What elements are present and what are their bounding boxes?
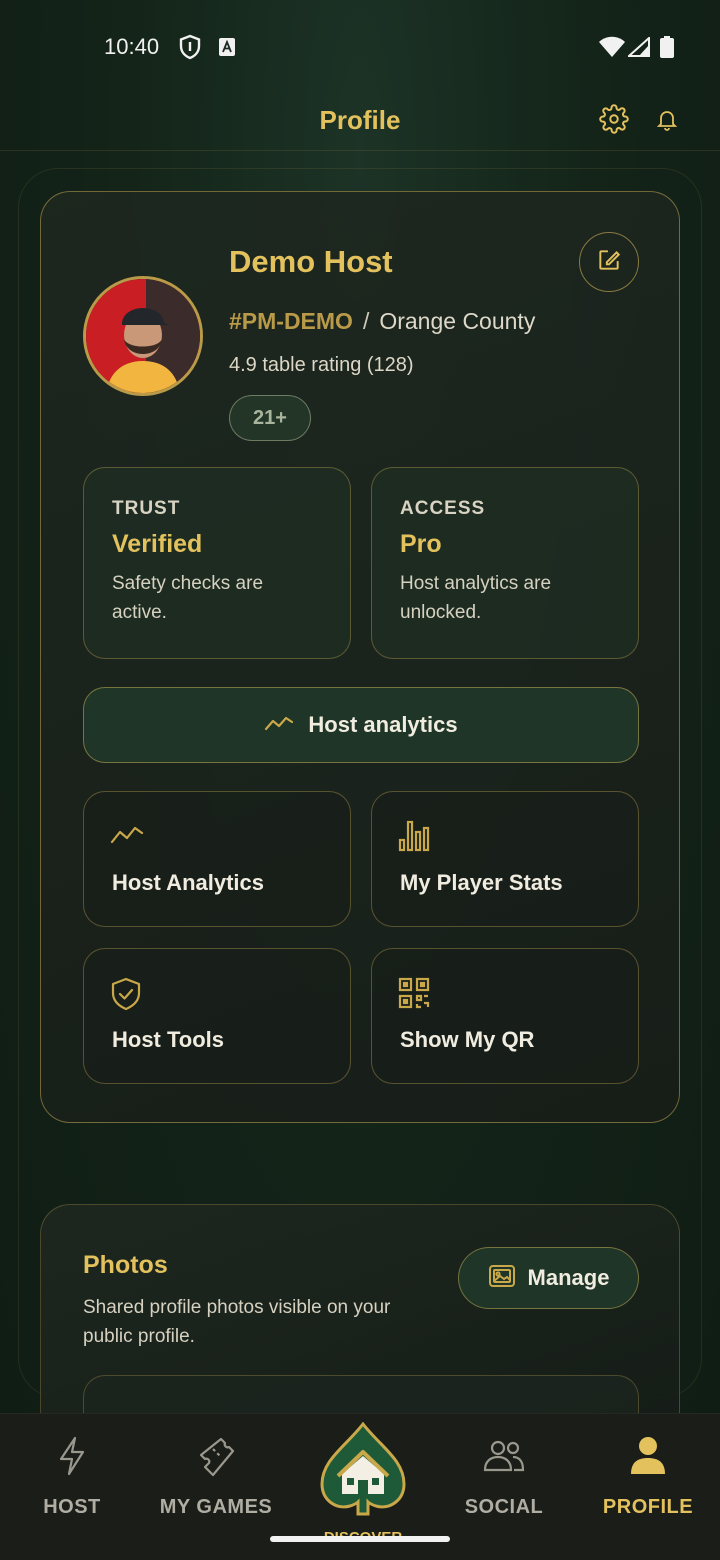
avatar[interactable] xyxy=(83,276,203,396)
tile-host-tools[interactable]: Host Tools xyxy=(83,948,351,1084)
bell-icon xyxy=(655,106,679,137)
trend-line-icon xyxy=(110,822,144,851)
host-name: Demo Host xyxy=(229,244,393,279)
home-indicator[interactable] xyxy=(270,1536,450,1542)
tile-label: My Player Stats xyxy=(400,870,563,895)
tile-label: Host Analytics xyxy=(112,870,265,895)
qr-code-icon xyxy=(398,977,430,1014)
nav-social-label: SOCIAL xyxy=(464,1496,544,1518)
status-time: 10:40 xyxy=(104,34,160,59)
gear-icon xyxy=(599,103,629,139)
tile-show-my-qr[interactable]: Show My QR xyxy=(371,948,639,1084)
profile-card: Demo Host #PM-DEMO / Orange County 4.9 tab… xyxy=(40,191,680,1123)
age-badge: 21+ xyxy=(229,395,311,441)
bar-chart-icon xyxy=(398,818,430,857)
host-analytics-label: Host analytics xyxy=(308,712,458,737)
trust-desc: Safety checks are active. xyxy=(112,573,264,623)
manage-photos-button[interactable]: Manage xyxy=(458,1247,639,1309)
settings-button[interactable] xyxy=(598,103,630,139)
image-icon xyxy=(488,1264,516,1293)
top-app-bar: Profile xyxy=(0,95,720,151)
lightning-icon xyxy=(57,1436,87,1481)
nav-social[interactable]: SOCIAL xyxy=(434,1436,574,1519)
nav-profile-label: PROFILE xyxy=(602,1496,694,1518)
host-code-location: #PM-DEMO / Orange County xyxy=(229,308,535,335)
manage-label: Manage xyxy=(527,1265,610,1290)
tile-my-player-stats[interactable]: My Player Stats xyxy=(371,791,639,927)
shield-check-icon xyxy=(110,977,142,1016)
access-value: Pro xyxy=(400,530,442,558)
shield-icon xyxy=(178,34,202,65)
photos-description: Shared profile photos visible on your pu… xyxy=(83,1297,391,1347)
people-icon xyxy=(483,1439,525,1478)
host-code: #PM-DEMO xyxy=(229,308,353,334)
photos-title: Photos xyxy=(83,1251,168,1279)
host-location: Orange County xyxy=(379,308,536,334)
nav-host-label: HOST xyxy=(43,1496,101,1518)
notifications-button[interactable] xyxy=(651,105,683,137)
edit-icon xyxy=(596,247,622,278)
access-desc: Host analytics are unlocked. xyxy=(400,573,552,623)
wifi-icon xyxy=(598,36,626,63)
nav-my-games-label: MY GAMES xyxy=(159,1496,273,1518)
edit-profile-button[interactable] xyxy=(579,232,639,292)
ticket-icon xyxy=(195,1435,237,1482)
host-analytics-button[interactable]: Host analytics xyxy=(83,687,639,763)
battery-icon xyxy=(660,36,674,63)
discover-home-icon xyxy=(318,1421,408,1526)
code-separator: / xyxy=(362,308,370,334)
access-label: ACCESS xyxy=(400,498,486,519)
app-notification-icon xyxy=(218,37,236,62)
nav-my-games[interactable]: MY GAMES xyxy=(146,1436,286,1519)
trust-box: TRUST Verified Safety checks are active. xyxy=(83,467,351,659)
tile-label: Host Tools xyxy=(112,1027,225,1052)
trust-value: Verified xyxy=(112,530,203,558)
status-bar: 10:40 xyxy=(0,0,720,95)
access-box: ACCESS Pro Host analytics are unlocked. xyxy=(371,467,639,659)
cell-signal-icon xyxy=(626,35,650,62)
tile-label: Show My QR xyxy=(400,1027,535,1052)
nav-profile[interactable]: PROFILE xyxy=(578,1436,718,1519)
table-rating: 4.9 table rating (128) xyxy=(229,354,414,376)
trust-label: TRUST xyxy=(112,498,181,519)
tile-host-analytics[interactable]: Host Analytics xyxy=(83,791,351,927)
nav-host[interactable]: HOST xyxy=(2,1436,142,1519)
person-icon xyxy=(630,1436,666,1481)
nav-discover[interactable]: DISCOVER xyxy=(318,1421,408,1546)
trend-line-icon xyxy=(264,713,294,738)
